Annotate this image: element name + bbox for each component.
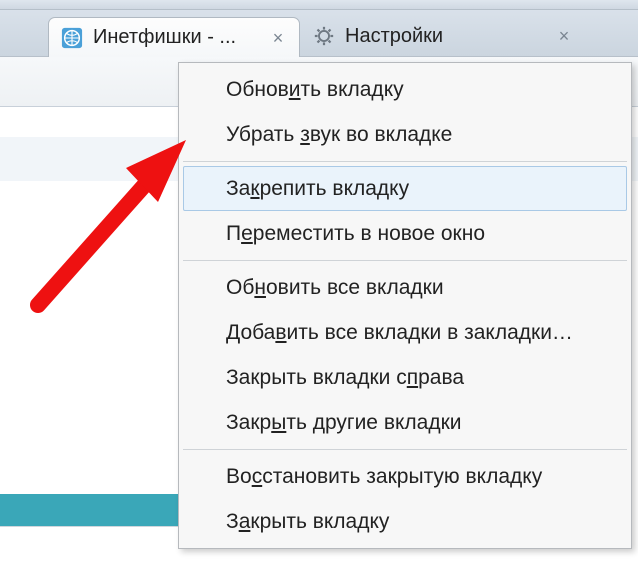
content-bottom-band <box>0 526 180 564</box>
tab-inactive[interactable]: Настройки × <box>300 16 586 56</box>
menu-close-right[interactable]: Закрыть вкладки справа <box>183 355 627 400</box>
tab-title: Инетфишки - ... <box>93 26 261 49</box>
gear-icon <box>313 25 335 47</box>
menu-label: Обновить вкладку <box>226 78 404 102</box>
menu-label: Закрыть вкладку <box>226 510 389 534</box>
globe-icon <box>61 27 83 49</box>
close-icon[interactable]: × <box>555 27 573 45</box>
menu-label: Убрать звук во вкладке <box>226 123 452 147</box>
menu-mute-tab[interactable]: Убрать звук во вкладке <box>183 112 627 157</box>
menu-separator <box>183 161 627 162</box>
close-icon[interactable]: × <box>269 29 287 47</box>
menu-close-tab[interactable]: Закрыть вкладку <box>183 499 627 544</box>
menu-label: Закрыть вкладки справа <box>226 366 464 390</box>
menu-label: Восстановить закрытую вкладку <box>226 465 542 489</box>
menu-reload-tab[interactable]: Обновить вкладку <box>183 67 627 112</box>
menu-close-others[interactable]: Закрыть другие вкладки <box>183 400 627 445</box>
content-accent-band <box>0 494 180 526</box>
window-titlebar <box>0 0 638 10</box>
tab-active[interactable]: Инетфишки - ... × <box>48 17 300 57</box>
menu-undo-close[interactable]: Восстановить закрытую вкладку <box>183 454 627 499</box>
menu-label: Закрыть другие вкладки <box>226 411 462 435</box>
menu-separator <box>183 260 627 261</box>
menu-bookmark-all[interactable]: Добавить все вкладки в закладки… <box>183 310 627 355</box>
menu-label: Переместить в новое окно <box>226 222 485 246</box>
menu-label: Обновить все вкладки <box>226 276 444 300</box>
tab-title: Настройки <box>345 25 547 48</box>
menu-label: Закрепить вкладку <box>226 177 409 201</box>
menu-separator <box>183 449 627 450</box>
tab-context-menu: Обновить вкладку Убрать звук во вкладке … <box>178 62 632 549</box>
menu-label: Добавить все вкладки в закладки… <box>226 321 573 345</box>
tab-strip: Инетфишки - ... × <box>0 10 638 57</box>
menu-move-new-window[interactable]: Переместить в новое окно <box>183 211 627 256</box>
menu-reload-all[interactable]: Обновить все вкладки <box>183 265 627 310</box>
menu-pin-tab[interactable]: Закрепить вкладку <box>183 166 627 211</box>
